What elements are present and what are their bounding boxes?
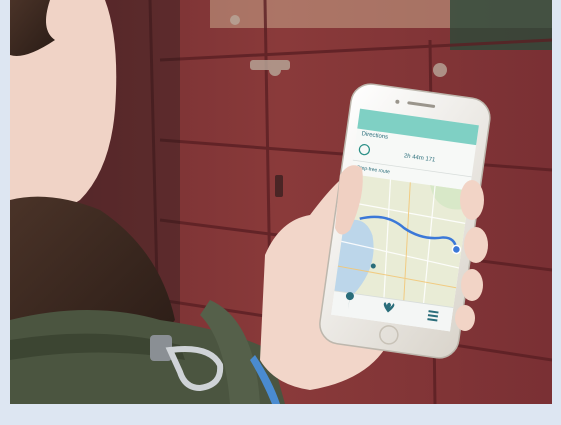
destination-marker	[451, 244, 462, 255]
photo-frame: Directions 2h 44m 171 Step-free route	[10, 0, 552, 404]
list-icon	[427, 310, 439, 322]
photo: Directions 2h 44m 171 Step-free route	[10, 0, 552, 404]
